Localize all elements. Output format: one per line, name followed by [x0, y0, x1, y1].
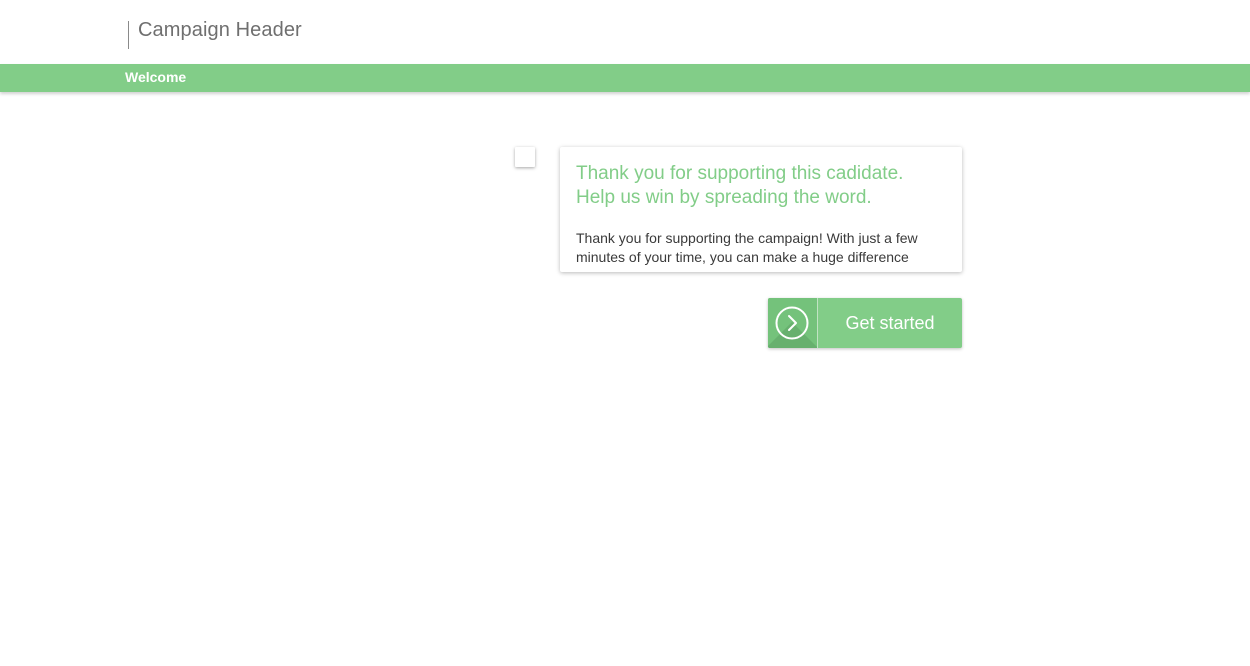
welcome-bar: Welcome	[0, 64, 1250, 92]
card-body: Thank you for supporting the campaign! W…	[576, 229, 951, 267]
card-heading-line-2: Help us win by spreading the word.	[576, 187, 872, 208]
welcome-nav-item[interactable]: Welcome	[125, 69, 186, 85]
card-heading-line-1: Thank you for supporting this cadidate.	[576, 163, 904, 184]
get-started-button[interactable]: Get started	[768, 298, 962, 348]
message-card: Thank you for supporting this cadidate. …	[560, 147, 962, 272]
avatar-placeholder	[515, 147, 535, 167]
header-divider	[128, 21, 129, 49]
page: Campaign Header Welcome Thank you for su…	[0, 0, 1250, 666]
top-header: Campaign Header	[0, 0, 1250, 64]
get-started-label: Get started	[845, 313, 935, 333]
button-icon-area	[768, 298, 818, 348]
card-body-line-2: minutes of your time, you can make a hug…	[576, 249, 909, 265]
card-body-line-1: Thank you for supporting the campaign! W…	[576, 230, 918, 246]
card-heading: Thank you for supporting this cadidate. …	[576, 162, 951, 210]
chevron-circle-right-icon	[775, 306, 809, 340]
campaign-header-title: Campaign Header	[138, 19, 302, 41]
